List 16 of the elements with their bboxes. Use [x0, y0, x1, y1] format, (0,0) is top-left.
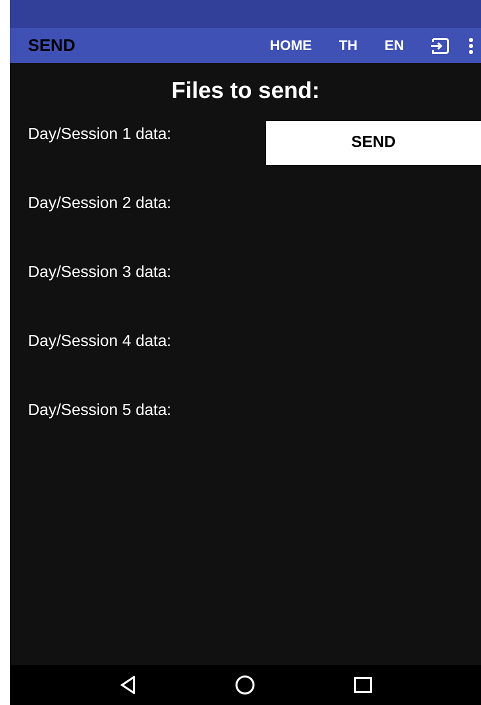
- menu-action[interactable]: TH: [338, 36, 358, 52]
- file-label: Day/Session 1 data:: [27, 125, 172, 144]
- home-icon[interactable]: [234, 675, 254, 695]
- app-title: SEND: [28, 36, 76, 56]
- recents-icon[interactable]: [354, 677, 372, 693]
- send-button[interactable]: SEND: [266, 121, 481, 165]
- file-label: Day/Session 3 data:: [27, 263, 172, 282]
- file-label: Day/Session 5 data:: [27, 401, 172, 420]
- file-label: Day/Session 2 data:: [27, 194, 172, 213]
- file-label: Day/Session 4 data:: [27, 332, 172, 351]
- exit-icon[interactable]: [431, 38, 449, 54]
- page-heading: Files to send:: [170, 77, 321, 104]
- more-menu-icon[interactable]: [469, 38, 473, 54]
- menu-action[interactable]: HOME: [270, 36, 312, 52]
- menu-action[interactable]: EN: [384, 36, 404, 52]
- back-icon[interactable]: [120, 676, 136, 694]
